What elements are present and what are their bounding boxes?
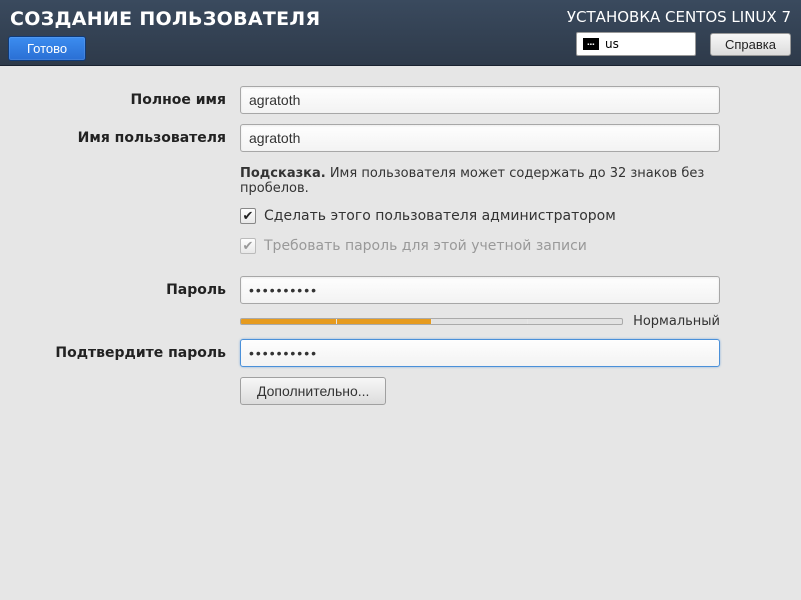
done-button[interactable]: Готово xyxy=(8,36,86,61)
admin-checkbox-row: Сделать этого пользователя администратор… xyxy=(240,206,720,226)
installer-title: УСТАНОВКА CENTOS LINUX 7 xyxy=(567,6,791,32)
row-advanced: Дополнительно... xyxy=(0,377,761,405)
keyboard-icon: ▪▪▪ xyxy=(583,38,599,50)
header-controls: ▪▪▪ us Справка xyxy=(567,32,791,56)
require-password-checkbox-label: Требовать пароль для этой учетной записи xyxy=(264,238,587,254)
password-strength-bar xyxy=(240,318,623,325)
username-input[interactable] xyxy=(240,124,720,152)
header: СОЗДАНИЕ ПОЛЬЗОВАТЕЛЯ Готово УСТАНОВКА C… xyxy=(0,0,801,66)
row-fullname: Полное имя xyxy=(0,86,761,114)
page-title: СОЗДАНИЕ ПОЛЬЗОВАТЕЛЯ xyxy=(8,6,322,34)
password-strength: Нормальный xyxy=(240,314,720,329)
row-confirm-password: Подтвердите пароль xyxy=(0,339,761,367)
username-hint: Подсказка. Имя пользователя может содерж… xyxy=(240,162,720,206)
admin-checkbox-label: Сделать этого пользователя администратор… xyxy=(264,208,616,224)
require-password-checkbox-row: Требовать пароль для этой учетной записи xyxy=(240,236,720,256)
header-right: УСТАНОВКА CENTOS LINUX 7 ▪▪▪ us Справка xyxy=(567,0,801,56)
header-left: СОЗДАНИЕ ПОЛЬЗОВАТЕЛЯ Готово xyxy=(0,0,330,61)
row-strength: Нормальный xyxy=(0,314,761,329)
password-strength-label: Нормальный xyxy=(633,314,720,329)
keyboard-layout-selector[interactable]: ▪▪▪ us xyxy=(576,32,696,56)
keyboard-layout-label: us xyxy=(605,37,619,51)
admin-checkbox[interactable] xyxy=(240,208,256,224)
row-hint: Подсказка. Имя пользователя может содерж… xyxy=(0,162,761,266)
form-content: Полное имя Имя пользователя Подсказка. И… xyxy=(0,66,801,405)
confirm-password-label: Подтвердите пароль xyxy=(0,345,240,361)
password-label: Пароль xyxy=(0,282,240,298)
confirm-password-input[interactable] xyxy=(240,339,720,367)
row-username: Имя пользователя xyxy=(0,124,761,152)
fullname-label: Полное имя xyxy=(0,92,240,108)
username-label: Имя пользователя xyxy=(0,130,240,146)
require-password-checkbox xyxy=(240,238,256,254)
fullname-input[interactable] xyxy=(240,86,720,114)
row-password: Пароль xyxy=(0,276,761,304)
password-input[interactable] xyxy=(240,276,720,304)
help-button[interactable]: Справка xyxy=(710,33,791,56)
advanced-button[interactable]: Дополнительно... xyxy=(240,377,386,405)
